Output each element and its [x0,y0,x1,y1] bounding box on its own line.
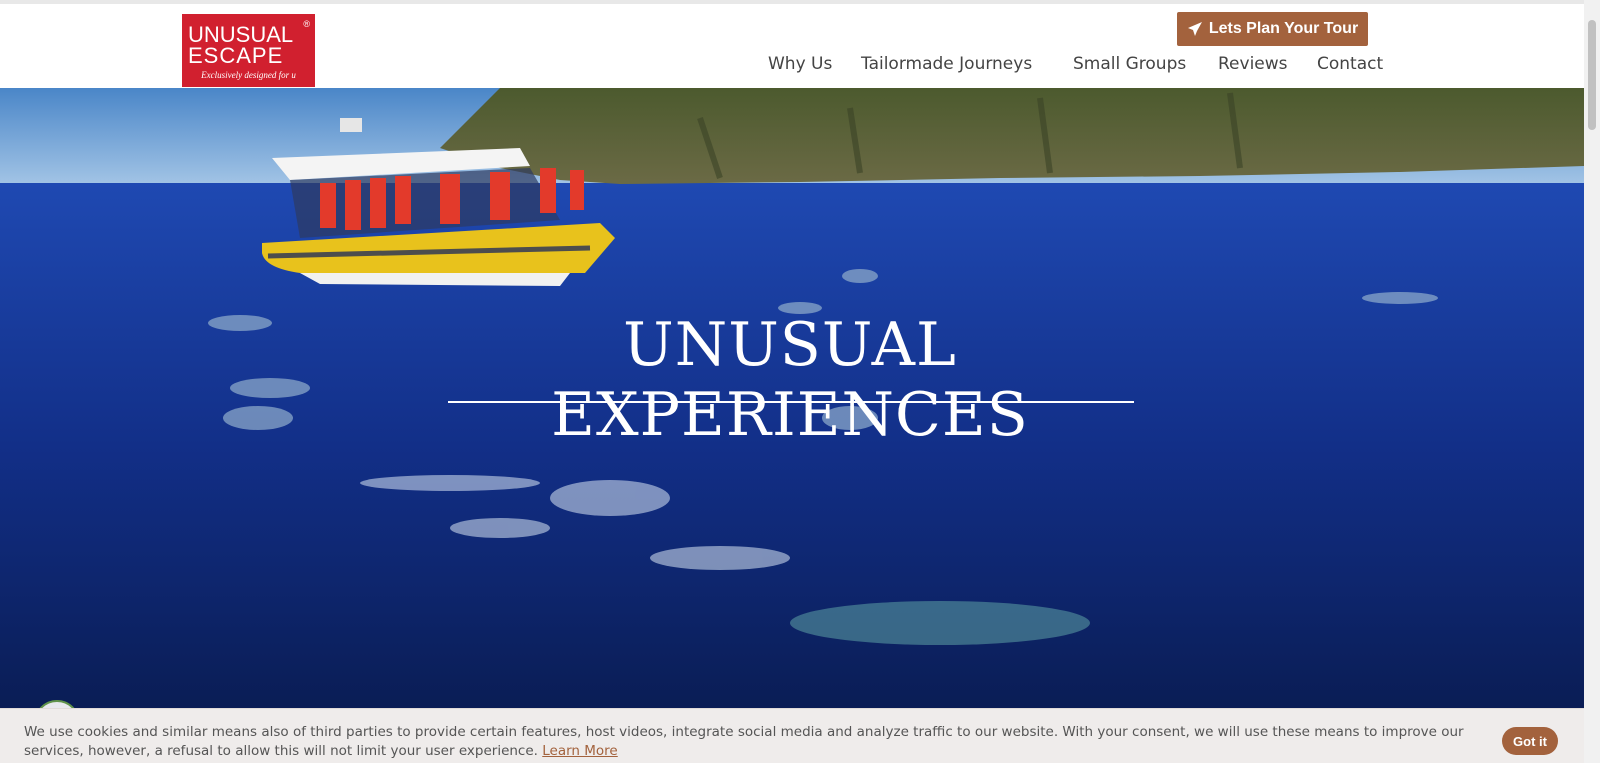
cookie-message: We use cookies and similar means also of… [24,723,1474,761]
nav-why-us[interactable]: Why Us [768,54,832,74]
logo-tagline: Exclusively designed for u [201,70,296,80]
logo-line-2: ESCAPE [188,43,284,68]
nav-contact[interactable]: Contact [1317,54,1383,74]
underwater-dolphin [790,601,1090,645]
cliffs [440,88,1584,184]
paper-plane-icon [1187,22,1202,36]
hero-title: UNUSUAL EXPERIENCES [551,310,1029,450]
learn-more-link[interactable]: Learn More [542,743,618,759]
registered-mark: ® [303,19,310,29]
cookie-banner: We use cookies and similar means also of… [0,708,1584,763]
scrollbar-thumb[interactable] [1588,20,1596,130]
unusual-escape-logo[interactable]: ® UNUSUAL ESCAPE Exclusively designed fo… [182,14,315,87]
nav-reviews[interactable]: Reviews [1218,54,1288,74]
hero-divider [448,401,1134,403]
nav-tailormade-journeys[interactable]: Tailormade Journeys [861,54,1032,74]
plan-tour-label: Lets Plan Your Tour [1208,20,1359,37]
nav-small-groups[interactable]: Small Groups [1073,54,1186,74]
plan-tour-button[interactable]: Lets Plan Your Tour [1177,12,1368,46]
page-scrollbar[interactable] [1584,0,1600,763]
cookie-message-text: We use cookies and similar means also of… [24,724,1464,759]
got-it-button[interactable]: Got it [1502,727,1558,755]
site-header: ® UNUSUAL ESCAPE Exclusively designed fo… [0,0,1584,88]
hero-video: UNUSUAL EXPERIENCES [0,88,1584,708]
